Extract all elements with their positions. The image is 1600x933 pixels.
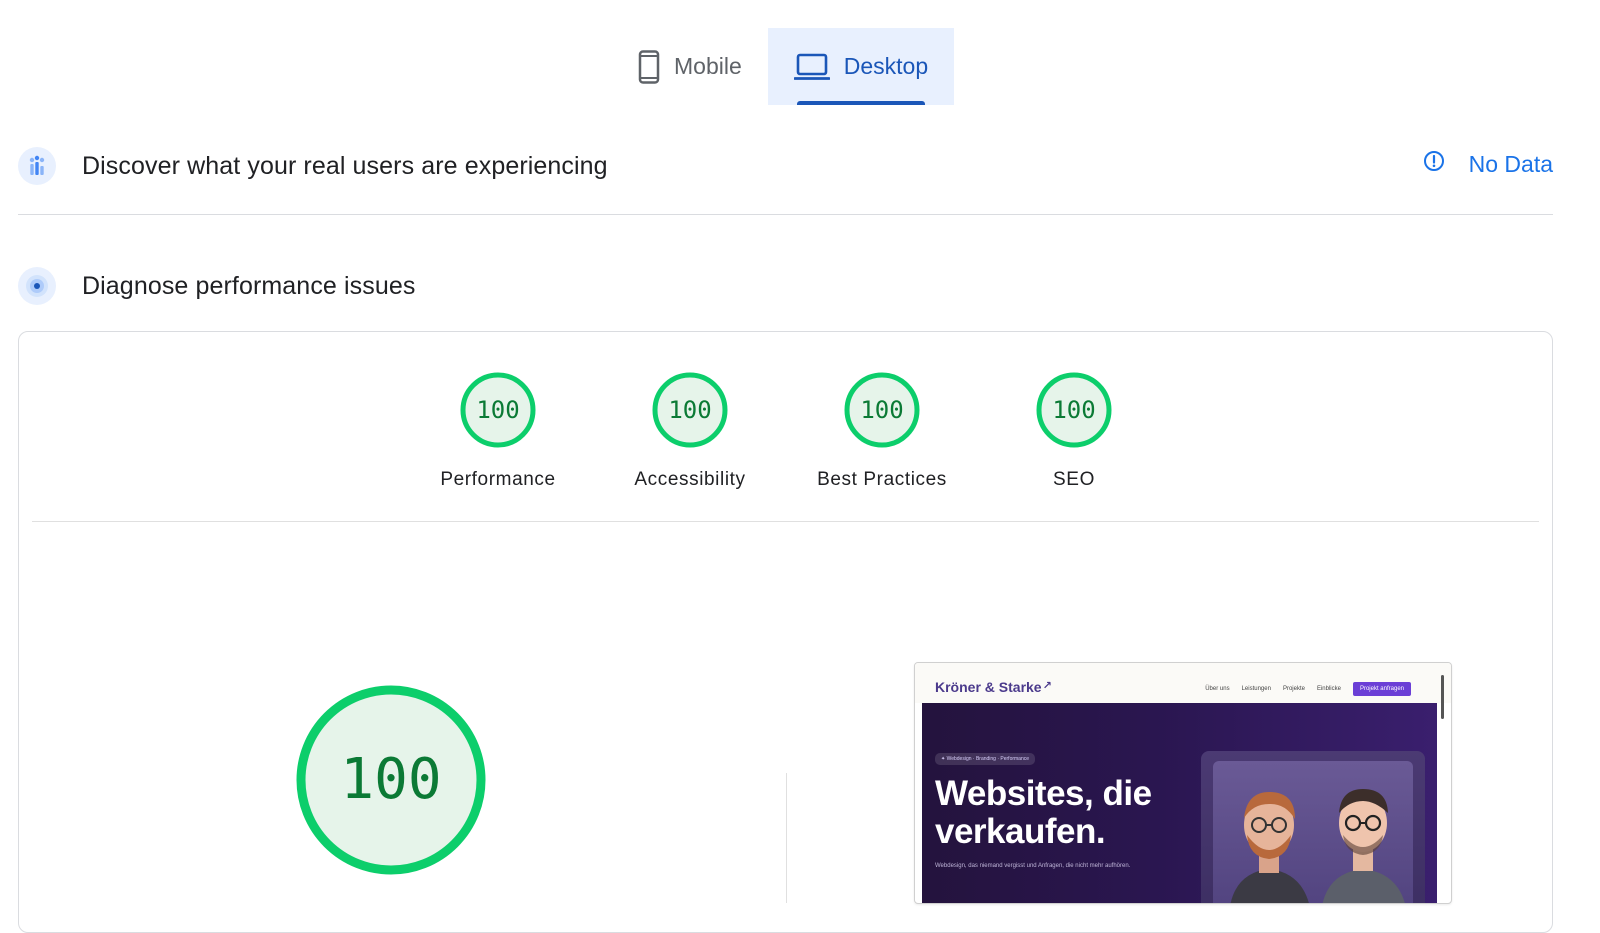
screenshot-navbar: Kröner & Starke↗ Über uns Leistungen Pro… [915,663,1451,719]
score-ring: 100 [651,371,729,449]
person-right-image [1322,789,1405,903]
gauge-accessibility[interactable]: 100 Accessibility [600,371,780,491]
gauge-label: Performance [440,469,556,490]
vertical-separator [786,773,787,903]
no-data-label: No Data [1468,150,1553,177]
gauge-performance[interactable]: 100 Performance [408,371,588,491]
field-data-title: Discover what your real users are experi… [82,151,608,180]
active-tab-indicator [796,101,926,105]
score-ring: 100 [1035,371,1113,449]
tab-mobile[interactable]: Mobile [612,28,768,105]
screenshot-nav-link: Einblicke [1316,686,1341,692]
category-gauges: 100 Performance 100 Accessibility 100 Be… [19,371,1552,501]
lighthouse-report-card: 100 Performance 100 Accessibility 100 Be… [18,331,1553,933]
person-left-image [1230,791,1309,903]
score-value: 100 [476,396,520,424]
device-tabs: Mobile Desktop [612,28,955,105]
laptop-icon [793,53,830,81]
tab-desktop[interactable]: Desktop [767,28,955,105]
section-divider [18,214,1553,215]
screenshot-nav-link: Über uns [1205,686,1230,692]
lab-data-title: Diagnose performance issues [82,271,416,300]
screenshot-headline: Websites, die verkaufen. [935,774,1152,851]
score-value: 100 [1052,396,1096,424]
screenshot-cta: Projekt anfragen [1352,682,1411,696]
radar-icon [18,267,56,305]
performance-score-gauge: 100 [294,683,488,877]
screenshot-nav-link: Projekte [1282,686,1305,692]
screenshot-hero: ✦ Webdesign · Branding · Performance Web… [922,703,1437,903]
screenshot-scrollbar [1441,675,1444,719]
screenshot-nav-links: Über uns Leistungen Projekte Einblicke P… [1205,682,1411,696]
tab-mobile-label: Mobile [674,53,742,79]
screenshot-brand: Kröner & Starke↗ [935,679,1052,695]
gauge-label: SEO [1053,469,1095,490]
card-divider [32,521,1539,522]
score-ring: 100 [843,371,921,449]
screenshot-subline: Webdesign, das niemand vergisst und Anfr… [935,863,1131,869]
screenshot-nav-link: Leistungen [1241,686,1271,692]
score-value: 100 [860,396,904,424]
field-data-header[interactable]: Discover what your real users are experi… [18,147,608,185]
users-chart-icon [18,147,56,185]
final-screenshot: Kröner & Starke↗ Über uns Leistungen Pro… [914,662,1452,904]
performance-score-value: 100 [340,747,442,812]
score-value: 100 [668,396,712,424]
gauge-best-practices[interactable]: 100 Best Practices [792,371,972,491]
screenshot-team-photo [1201,751,1425,903]
screenshot-chip: ✦ Webdesign · Branding · Performance [935,753,1036,765]
gauge-label: Best Practices [817,469,947,490]
phone-icon [638,49,660,84]
gauge-label: Accessibility [634,469,746,490]
tab-desktop-label: Desktop [843,53,929,79]
lab-data-header: Diagnose performance issues [18,267,415,305]
info-icon [1423,150,1445,178]
gauge-seo[interactable]: 100 SEO [984,371,1164,491]
field-data-status[interactable]: No Data [1423,150,1553,178]
score-ring: 100 [459,371,537,449]
